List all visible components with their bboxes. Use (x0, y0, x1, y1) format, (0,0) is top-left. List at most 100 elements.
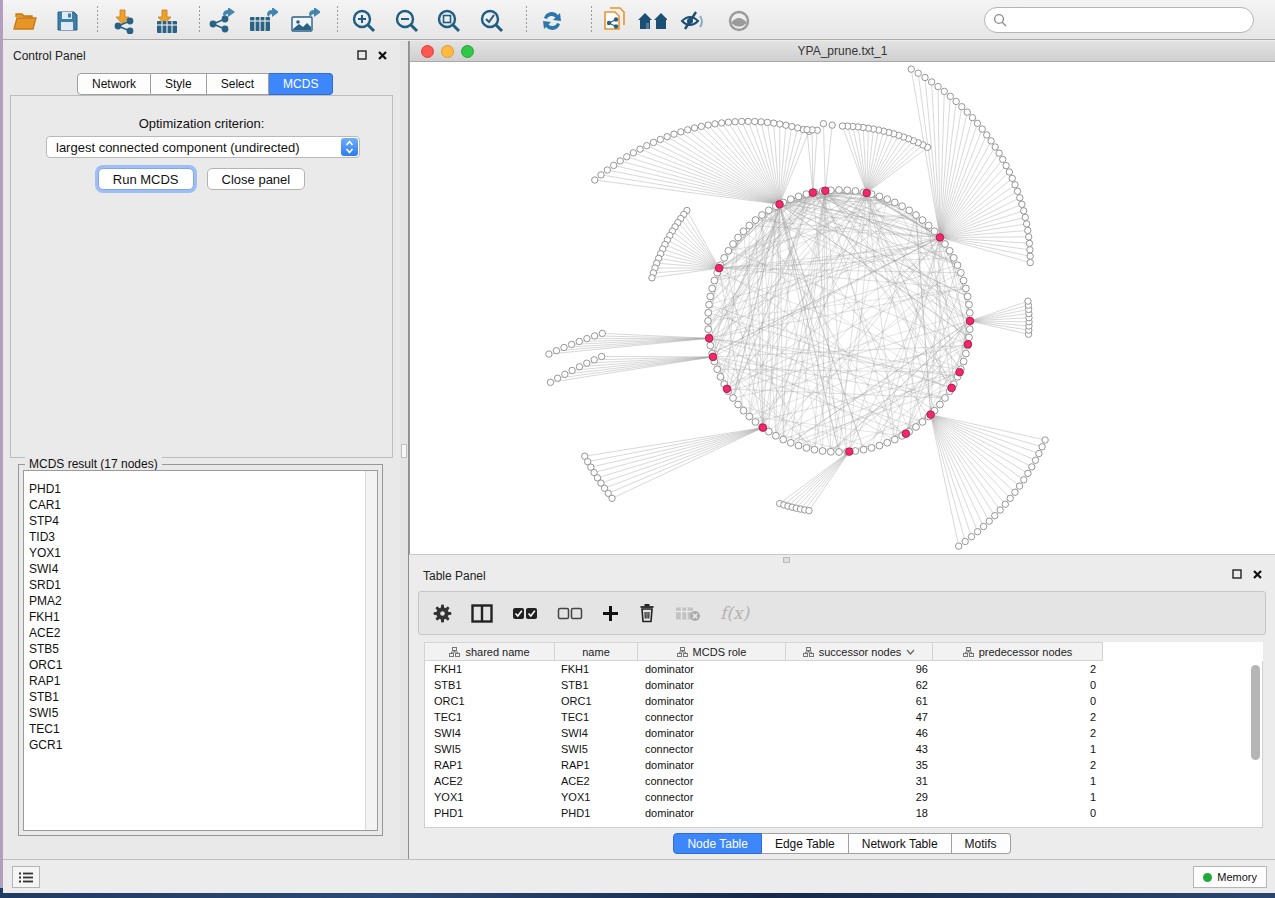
table-row[interactable]: PHD1PHD1dominator180 (425, 805, 1262, 821)
tab-select[interactable]: Select (207, 73, 269, 95)
cytoscape-window: Control Panel NetworkStyleSelectMCDS Opt… (3, 0, 1275, 893)
table-row[interactable]: RAP1RAP1dominator352 (425, 757, 1262, 773)
task-history-button[interactable] (12, 866, 40, 888)
table-row[interactable]: SWI4SWI4dominator462 (425, 725, 1262, 741)
table-float-icon[interactable] (1232, 569, 1242, 581)
table-tab-edge-table[interactable]: Edge Table (762, 833, 849, 854)
close-panel-icon[interactable] (377, 50, 388, 63)
result-node[interactable]: SWI4 (24, 561, 377, 577)
table-header-row: shared namenameMCDS rolesuccessor nodesp… (424, 642, 1263, 661)
table-tab-motifs[interactable]: Motifs (952, 833, 1011, 854)
vertical-splitter[interactable] (400, 41, 409, 859)
mcds-result-list[interactable]: PHD1CAR1STP4TID3YOX1SWI4SRD1PMA2FKH1ACE2… (23, 470, 378, 831)
dropdown-stepper-icon (341, 138, 358, 156)
mcds-tab-content: Optimization criterion: largest connecte… (10, 95, 393, 458)
control-panel: Control Panel NetworkStyleSelectMCDS Opt… (3, 41, 400, 859)
memory-status-icon (1203, 873, 1212, 882)
table-row[interactable]: ORC1ORC1dominator610 (425, 693, 1262, 709)
table-tab-network-table[interactable]: Network Table (849, 833, 952, 854)
export-image-icon[interactable] (290, 7, 320, 34)
result-node[interactable]: GCR1 (24, 737, 377, 753)
result-node[interactable]: SRD1 (24, 577, 377, 593)
export-network-icon[interactable] (206, 7, 236, 34)
column-header-predecessor-nodes[interactable]: predecessor nodes (933, 642, 1103, 661)
settings-gear-icon[interactable] (433, 604, 452, 623)
first-neighbors-icon[interactable] (637, 7, 667, 34)
unselect-all-checkboxes-icon[interactable] (557, 607, 583, 620)
tab-mcds[interactable]: MCDS (269, 73, 333, 95)
network-canvas[interactable] (410, 62, 1275, 554)
zoom-fit-icon[interactable] (434, 7, 464, 34)
result-node[interactable]: STP4 (24, 513, 377, 529)
zoom-in-icon[interactable] (349, 7, 379, 34)
result-list-scrollbar[interactable] (365, 471, 377, 830)
optimization-criterion-label: Optimization criterion: (11, 116, 392, 131)
import-table-icon[interactable] (151, 7, 181, 34)
zoom-selected-icon[interactable] (477, 7, 507, 34)
result-node[interactable]: ACE2 (24, 625, 377, 641)
table-scrollbar[interactable] (1250, 665, 1261, 823)
network-title-bar: YPA_prune.txt_1 (410, 41, 1275, 62)
result-node[interactable]: STB5 (24, 641, 377, 657)
table-close-icon[interactable] (1252, 569, 1263, 582)
memory-button[interactable]: Memory (1193, 866, 1267, 888)
network-title: YPA_prune.txt_1 (410, 44, 1275, 58)
table-row[interactable]: SWI5SWI5connector431 (425, 741, 1262, 757)
table-row[interactable]: YOX1YOX1connector291 (425, 789, 1262, 805)
criterion-dropdown[interactable]: largest connected component (undirected) (46, 136, 360, 158)
select-all-checkboxes-icon[interactable] (512, 607, 538, 620)
table-row[interactable]: FKH1FKH1dominator962 (425, 661, 1262, 677)
run-mcds-button[interactable]: Run MCDS (98, 168, 194, 190)
result-node[interactable]: STB1 (24, 689, 377, 705)
open-file-icon[interactable] (10, 7, 40, 34)
control-panel-tabs: NetworkStyleSelectMCDS (77, 73, 333, 95)
tab-network[interactable]: Network (77, 73, 151, 95)
result-node[interactable]: TEC1 (24, 721, 377, 737)
delete-column-icon[interactable] (638, 603, 656, 623)
import-network-icon[interactable] (109, 7, 139, 34)
table-panel: Table Panel (409, 564, 1275, 859)
result-node[interactable]: PMA2 (24, 593, 377, 609)
hide-selected-icon[interactable] (678, 7, 708, 34)
result-node[interactable]: CAR1 (24, 497, 377, 513)
table-tabs: Node TableEdge TableNetwork TableMotifs (409, 833, 1275, 854)
table-body: FKH1FKH1dominator962STB1STB1dominator620… (424, 661, 1263, 828)
mcds-result-title: MCDS result (17 nodes) (25, 457, 162, 471)
delete-table-icon[interactable] (675, 605, 701, 622)
save-session-icon[interactable] (52, 7, 82, 34)
show-column-icon[interactable] (471, 604, 493, 623)
table-row[interactable]: STB1STB1dominator620 (425, 677, 1262, 693)
control-panel-title: Control Panel (13, 49, 86, 63)
show-all-icon[interactable] (724, 7, 754, 34)
table-row[interactable]: TEC1TEC1connector472 (425, 709, 1262, 725)
search-input[interactable] (984, 7, 1254, 33)
export-table-icon[interactable] (248, 7, 278, 34)
zoom-out-icon[interactable] (392, 7, 422, 34)
result-node[interactable]: ORC1 (24, 657, 377, 673)
float-panel-icon[interactable] (357, 50, 367, 62)
status-bar: Memory (3, 859, 1275, 893)
result-node[interactable]: PHD1 (24, 481, 377, 497)
refresh-icon[interactable] (537, 7, 567, 34)
column-header-MCDS-role[interactable]: MCDS role (638, 642, 786, 661)
network-view-panel: YPA_prune.txt_1 (409, 41, 1275, 554)
tab-style[interactable]: Style (151, 73, 207, 95)
mcds-result-group: MCDS result (17 nodes) PHD1CAR1STP4TID3Y… (18, 464, 383, 836)
result-node[interactable]: RAP1 (24, 673, 377, 689)
add-column-icon[interactable] (602, 605, 619, 622)
function-builder-icon: f(x) (720, 603, 749, 623)
result-node[interactable]: TID3 (24, 529, 377, 545)
clone-network-icon[interactable] (600, 7, 630, 34)
main-toolbar (3, 0, 1275, 40)
close-panel-button[interactable]: Close panel (207, 168, 306, 190)
table-tab-node-table[interactable]: Node Table (673, 833, 762, 854)
column-header-successor-nodes[interactable]: successor nodes (786, 642, 933, 661)
result-node[interactable]: FKH1 (24, 609, 377, 625)
table-row[interactable]: ACE2ACE2connector311 (425, 773, 1262, 789)
result-node[interactable]: YOX1 (24, 545, 377, 561)
result-node[interactable]: SWI5 (24, 705, 377, 721)
column-header-name[interactable]: name (555, 642, 638, 661)
column-header-shared-name[interactable]: shared name (424, 642, 555, 661)
search-icon (993, 13, 1008, 28)
horizontal-splitter[interactable] (409, 554, 1275, 564)
